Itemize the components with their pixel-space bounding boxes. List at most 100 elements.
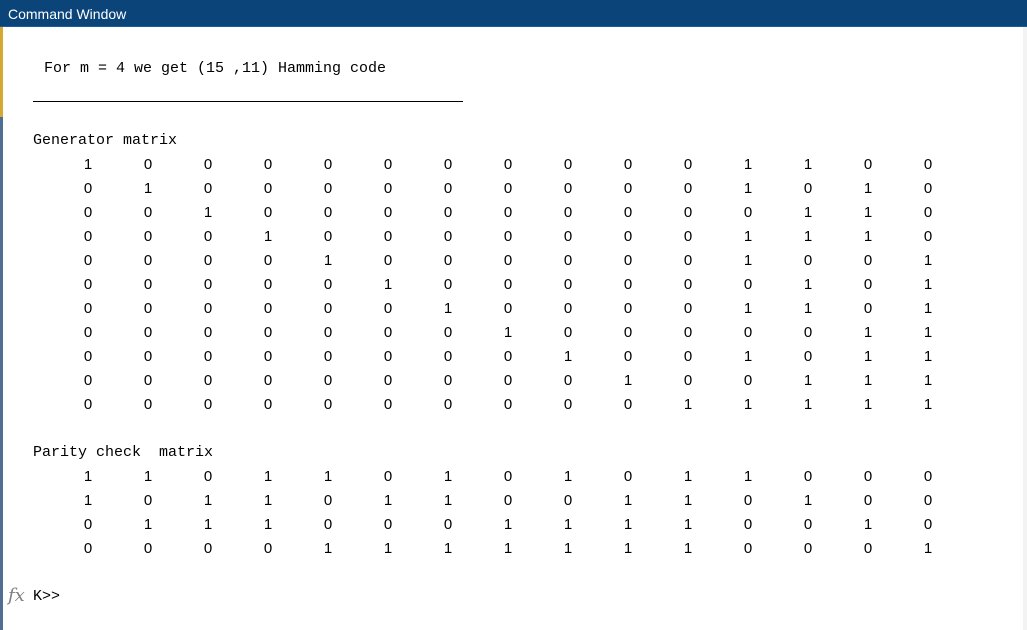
- generator-matrix-cell: 0: [623, 180, 633, 197]
- parity-check-matrix-cell: 0: [263, 540, 273, 557]
- parity-check-matrix-cell: 0: [623, 468, 633, 485]
- command-window: Command Window For m = 4 we get (15 ,11)…: [0, 0, 1027, 630]
- generator-matrix-cell: 0: [563, 180, 573, 197]
- generator-matrix-cell: 0: [743, 324, 753, 341]
- generator-matrix-cell: 0: [443, 276, 453, 293]
- generator-matrix-cell: 0: [803, 180, 813, 197]
- generator-matrix-cell: 1: [803, 156, 813, 173]
- parity-check-matrix-cell: 1: [83, 468, 93, 485]
- generator-matrix-cell: 0: [263, 180, 273, 197]
- generator-matrix-cell: 1: [263, 228, 273, 245]
- generator-matrix-cell: 0: [143, 396, 153, 413]
- generator-matrix-cell: 0: [203, 396, 213, 413]
- generator-matrix-cell: 1: [743, 252, 753, 269]
- generator-matrix-cell: 0: [323, 228, 333, 245]
- generator-matrix-cell: 1: [803, 276, 813, 293]
- generator-matrix-cell: 1: [503, 324, 513, 341]
- parity-check-matrix-cell: 0: [923, 492, 933, 509]
- generator-matrix-cell: 0: [563, 324, 573, 341]
- generator-matrix-cell: 0: [743, 276, 753, 293]
- generator-matrix-cell: 0: [383, 228, 393, 245]
- generator-matrix-cell: 0: [563, 252, 573, 269]
- generator-matrix-cell: 0: [683, 324, 693, 341]
- generator-matrix-cell: 1: [923, 276, 933, 293]
- generator-matrix-cell: 0: [143, 276, 153, 293]
- parity-check-matrix-cell: 1: [263, 492, 273, 509]
- generator-matrix-cell: 1: [803, 372, 813, 389]
- generator-matrix-cell: 1: [863, 372, 873, 389]
- generator-matrix-cell: 0: [623, 348, 633, 365]
- generator-matrix-cell: 1: [743, 228, 753, 245]
- generator-matrix-cell: 0: [623, 204, 633, 221]
- generator-matrix-cell: 0: [383, 348, 393, 365]
- parity-check-matrix-cell: 1: [863, 516, 873, 533]
- generator-matrix-cell: 0: [383, 180, 393, 197]
- generator-matrix-row: 1 0 0 0 0 0 0 0 0 0 0 1 1 0 0: [3, 156, 1003, 180]
- generator-matrix-cell: 0: [83, 180, 93, 197]
- generator-matrix-cell: 0: [323, 324, 333, 341]
- generator-matrix-cell: 0: [323, 300, 333, 317]
- parity-check-matrix-cell: 0: [443, 516, 453, 533]
- generator-matrix-row: 0 0 0 0 0 0 0 1 0 0 0 0 0 1 1: [3, 324, 1003, 348]
- generator-matrix-cell: 0: [623, 276, 633, 293]
- generator-matrix-cell: 0: [83, 276, 93, 293]
- intro-line: For m = 4 we get (15 ,11) Hamming code: [44, 60, 387, 77]
- generator-matrix-cell: 0: [683, 180, 693, 197]
- generator-matrix-cell: 1: [83, 156, 93, 173]
- command-prompt[interactable]: K>>: [33, 588, 60, 606]
- generator-matrix-cell: 1: [923, 300, 933, 317]
- parity-check-matrix-cell: 1: [623, 516, 633, 533]
- generator-matrix-cell: 0: [563, 276, 573, 293]
- generator-matrix-cell: 0: [683, 372, 693, 389]
- parity-check-matrix-cell: 0: [803, 516, 813, 533]
- generator-matrix-cell: 1: [743, 396, 753, 413]
- generator-matrix-cell: 0: [323, 180, 333, 197]
- generator-matrix-row: 0 0 0 0 1 0 0 0 0 0 0 1 0 0 1: [3, 252, 1003, 276]
- generator-matrix-cell: 1: [743, 156, 753, 173]
- parity-check-matrix-cell: 0: [503, 492, 513, 509]
- generator-matrix-cell: 0: [263, 252, 273, 269]
- parity-check-matrix-cell: 0: [323, 492, 333, 509]
- parity-check-matrix-label: Parity check matrix: [33, 444, 214, 461]
- parity-check-matrix-cell: 0: [863, 468, 873, 485]
- parity-check-matrix-cell: 1: [263, 468, 273, 485]
- generator-matrix-cell: 0: [443, 204, 453, 221]
- generator-matrix-cell: 0: [143, 372, 153, 389]
- parity-check-matrix-cell: 1: [623, 492, 633, 509]
- parity-check-matrix-cell: 1: [383, 540, 393, 557]
- fx-icon[interactable]: fx: [8, 587, 25, 605]
- parity-check-matrix-cell: 1: [143, 468, 153, 485]
- generator-matrix-cell: 0: [323, 156, 333, 173]
- parity-check-matrix-cell: 0: [143, 540, 153, 557]
- generator-matrix-cell: 0: [683, 348, 693, 365]
- generator-matrix-cell: 0: [383, 204, 393, 221]
- parity-check-matrix-cell: 0: [563, 492, 573, 509]
- generator-matrix-cell: 1: [383, 276, 393, 293]
- right-scroll-strip[interactable]: [1023, 27, 1027, 630]
- generator-matrix-cell: 0: [383, 156, 393, 173]
- parity-check-matrix-cell: 0: [323, 516, 333, 533]
- generator-matrix-cell: 0: [503, 300, 513, 317]
- generator-matrix-cell: 1: [803, 396, 813, 413]
- generator-matrix-cell: 0: [383, 300, 393, 317]
- generator-matrix-cell: 0: [503, 372, 513, 389]
- parity-check-matrix-cell: 1: [623, 540, 633, 557]
- console-output[interactable]: For m = 4 we get (15 ,11) Hamming code G…: [3, 27, 1023, 630]
- parity-check-matrix-cell: 0: [743, 516, 753, 533]
- parity-check-matrix-cell: 0: [923, 468, 933, 485]
- generator-matrix-cell: 0: [623, 252, 633, 269]
- generator-matrix-cell: 0: [503, 228, 513, 245]
- title-bar[interactable]: Command Window: [0, 0, 1027, 27]
- generator-matrix-cell: 1: [803, 228, 813, 245]
- generator-matrix-cell: 1: [443, 300, 453, 317]
- parity-check-matrix-cell: 1: [443, 540, 453, 557]
- generator-matrix-cell: 1: [923, 396, 933, 413]
- window-title: Command Window: [8, 6, 127, 22]
- generator-matrix-row: 0 0 0 0 0 0 0 0 1 0 0 1 0 1 1: [3, 348, 1003, 372]
- generator-matrix-cell: 0: [203, 228, 213, 245]
- generator-matrix-cell: 0: [623, 396, 633, 413]
- generator-matrix-cell: 1: [863, 228, 873, 245]
- generator-matrix-cell: 0: [563, 372, 573, 389]
- generator-matrix-cell: 0: [443, 348, 453, 365]
- generator-matrix-cell: 0: [503, 396, 513, 413]
